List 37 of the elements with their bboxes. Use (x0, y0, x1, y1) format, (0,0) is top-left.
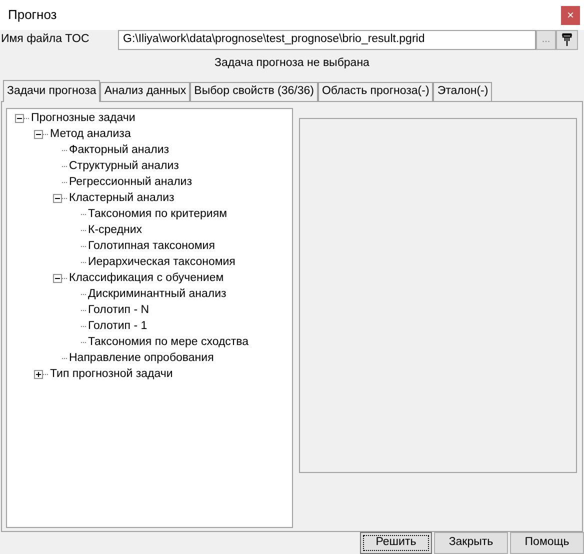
status-text: Задача прогноза не выбрана (214, 56, 370, 72)
pin-icon (561, 33, 573, 47)
tree-item[interactable]: Голотипная таксономия (86, 238, 217, 254)
tree-item[interactable]: Метод анализа (48, 126, 133, 142)
dialog-button[interactable]: Решить (360, 532, 432, 554)
tab[interactable]: Область прогноза(-) (318, 82, 434, 101)
file-label: Имя файла TOC (0, 32, 90, 48)
tree-item[interactable]: Тип прогнозной задачи (48, 366, 175, 382)
tree-item[interactable]: Структурный анализ (67, 158, 181, 174)
tree-item[interactable]: Таксономия по мере сходства (86, 334, 251, 350)
dialog-button[interactable]: Закрыть (434, 532, 508, 554)
tab[interactable]: Эталон(-) (433, 82, 492, 101)
tree-item[interactable]: Дискриминантный анализ (86, 286, 228, 302)
tree-item[interactable]: К-средних (86, 222, 144, 238)
tree-item[interactable]: Голотип - N (86, 302, 152, 318)
tab[interactable]: Анализ данных (100, 82, 190, 101)
collapse-icon[interactable] (53, 194, 62, 202)
tree-item[interactable]: Голотип - 1 (86, 318, 150, 334)
tree-item[interactable]: Прогнозные задачи (29, 110, 138, 126)
tree-item[interactable]: Факторный анализ (67, 142, 172, 158)
tree-item[interactable]: Регрессионный анализ (67, 174, 194, 190)
pin-button[interactable] (556, 30, 578, 50)
dialog-button[interactable]: Помощь (510, 532, 584, 554)
tab[interactable]: Задачи прогноза (3, 80, 100, 102)
close-button[interactable]: × (561, 6, 580, 24)
tree-item[interactable]: Кластерный анализ (67, 190, 176, 206)
window-title: Прогноз (8, 6, 57, 24)
collapse-icon[interactable] (34, 130, 43, 138)
file-path-field[interactable]: G:\Iliya\work\data\prognose\test_prognose\brio_result.pgrid (118, 30, 536, 50)
expand-icon[interactable] (34, 370, 43, 378)
tree-item[interactable]: Классификация с обучением (67, 270, 226, 286)
tree-item[interactable]: Иерархическая таксономия (86, 254, 238, 270)
collapse-icon[interactable] (53, 274, 62, 282)
tab[interactable]: Выбор свойств (36/36) (190, 82, 318, 101)
collapse-icon[interactable] (15, 114, 24, 122)
tree-item[interactable]: Таксономия по критериям (86, 206, 229, 222)
tree-item[interactable]: Направление опробования (67, 350, 216, 366)
